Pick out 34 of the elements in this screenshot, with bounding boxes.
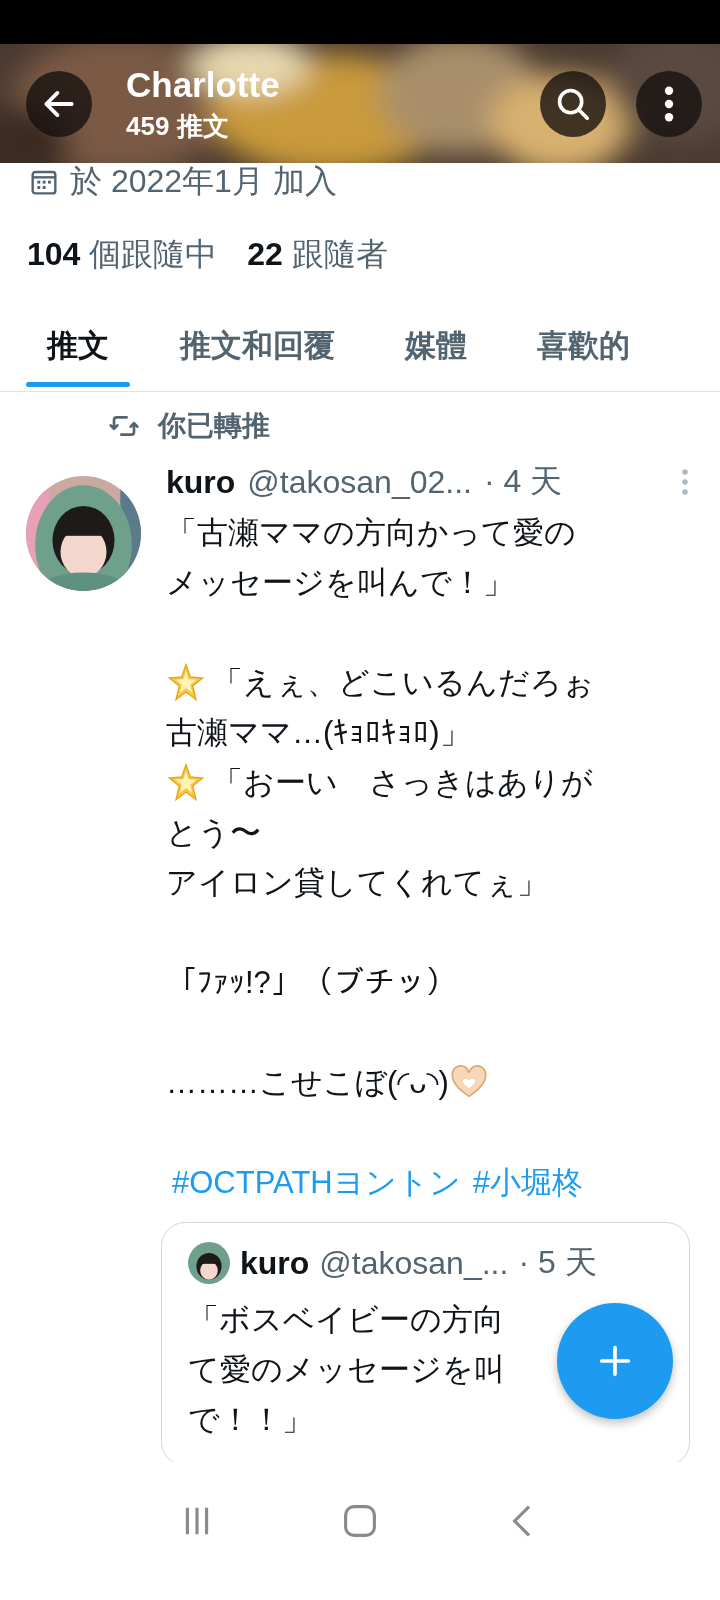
more-icon[interactable]: [680, 467, 690, 497]
quote-text-line: 「ボスベイビーの方向: [188, 1301, 504, 1339]
author-name: kuro: [166, 463, 236, 501]
followers-link[interactable]: 22 跟隨者: [247, 233, 388, 277]
tweet-text-line: 「古瀬ママの方向かって愛の: [166, 514, 576, 552]
author-handle: @takosan_...: [319, 1244, 509, 1282]
profile-tab[interactable]: 媒體: [405, 327, 467, 391]
following-link[interactable]: 104 個跟隨中: [27, 233, 218, 277]
join-date: 於 2022年1月 加入: [70, 163, 337, 201]
profile-name: Charlotte: [126, 65, 280, 105]
home-icon[interactable]: [342, 1503, 378, 1539]
compose-button[interactable]: [557, 1303, 673, 1419]
tweet-text-line: メッセージを叫んで！」: [166, 564, 514, 602]
tweet-text-line: とう〜: [166, 814, 261, 852]
author-name: kuro: [240, 1244, 310, 1282]
tweet-count: 459 推文: [126, 112, 229, 142]
more-icon: [664, 85, 674, 122]
tweet-text-line: 「ﾌｧｯ!?」（ブチッ）: [166, 965, 457, 1001]
tweet-text-line: ………こせこぼ(◜ᴗ◝): [166, 1064, 449, 1102]
tweet-time: · 4 天: [483, 462, 563, 501]
tweet-text-line: アイロン貸してくれてぇ」: [166, 864, 548, 902]
author-handle: @takosan_02...: [247, 463, 472, 501]
quote-text-line: て愛のメッセージを叫: [188, 1351, 505, 1389]
tweet-text-line: 古瀬ママ…(ｷｮﾛｷｮﾛ)」: [166, 714, 471, 752]
glowing-star-icon: [166, 663, 206, 703]
tweet-time: · 5 天: [518, 1243, 597, 1282]
profile-tab[interactable]: 推文和回覆: [180, 327, 335, 391]
profile-tab[interactable]: 推文: [26, 327, 130, 391]
glowing-star-icon: [166, 763, 206, 803]
tweet-text-line: 「えぇ、どこいるんだろぉ: [212, 664, 594, 702]
retweet-note: 你已轉推: [158, 409, 270, 443]
profile-tab[interactable]: 喜歡的: [537, 327, 630, 391]
tweet-text-line: 「おーい さっきはありが: [212, 764, 593, 802]
quote-text-line: で！！」: [188, 1401, 313, 1439]
